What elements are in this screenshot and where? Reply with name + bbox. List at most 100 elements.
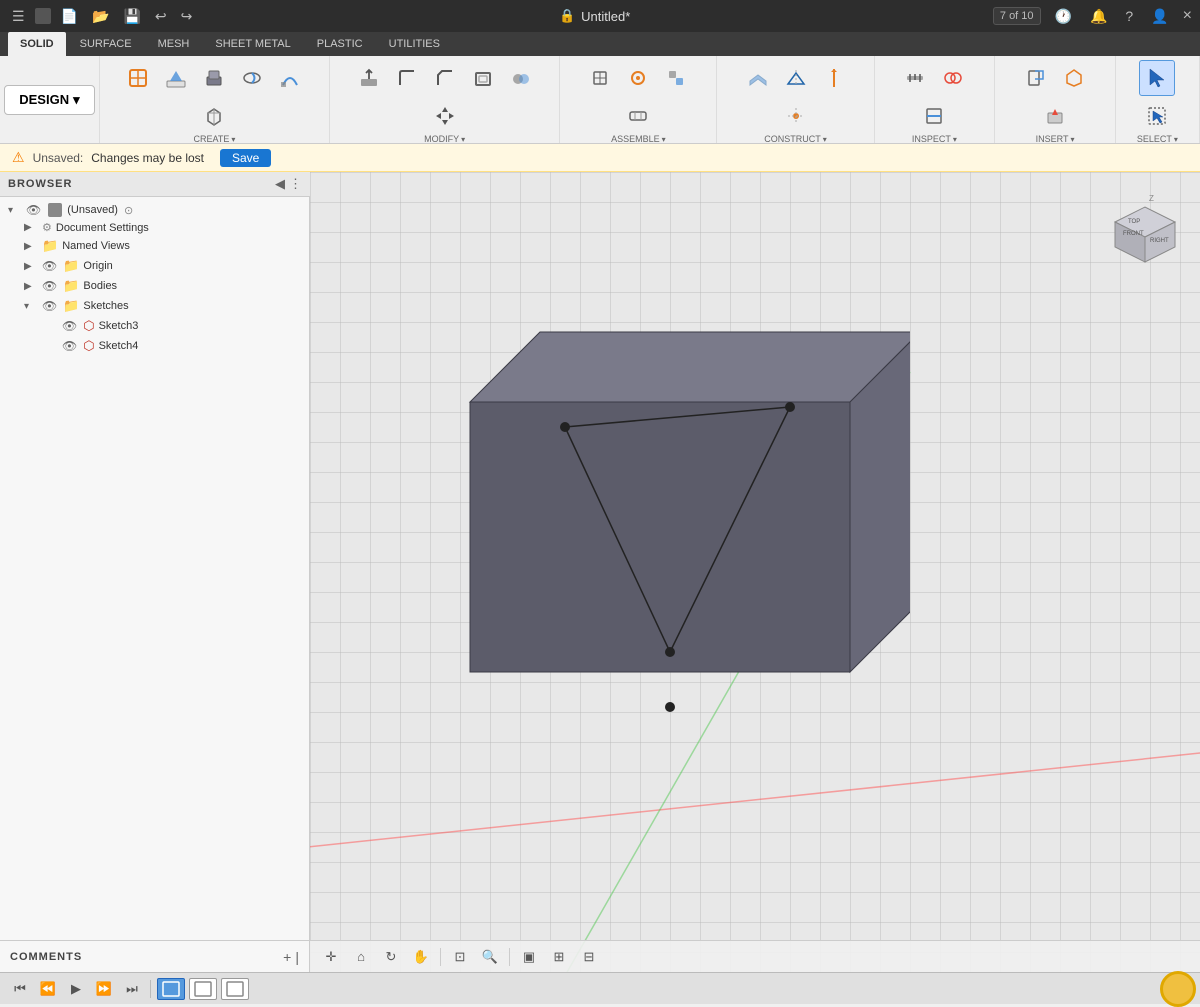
prev-frame-button[interactable]: ⏪ [36, 977, 60, 1001]
titlebar-center: 🔒 Untitled* [559, 8, 630, 24]
nav-cube[interactable]: Z FRONT RIGHT TOP [1095, 187, 1185, 277]
tab-plastic[interactable]: PLASTIC [305, 32, 375, 56]
tree-eye-sketch4[interactable]: 👁 [62, 339, 77, 353]
root-monitor-icon: ⊙ [124, 204, 133, 217]
save-file-button[interactable]: 💾 [119, 6, 144, 27]
move-button[interactable] [427, 98, 463, 134]
box-button[interactable] [196, 98, 232, 134]
zoom-fit-button[interactable]: ⊡ [447, 944, 473, 970]
sketch-button[interactable] [158, 60, 194, 96]
create-sketch-button[interactable] [120, 60, 156, 96]
select-button[interactable] [1139, 60, 1175, 96]
redo-button[interactable]: ↪ [177, 6, 197, 27]
play-button[interactable]: ▶ [64, 977, 88, 1001]
tab-utilities[interactable]: UTILITIES [377, 32, 452, 56]
tree-eye-sketches[interactable]: 👁 [42, 299, 57, 313]
comments-bar: COMMENTS + | [0, 940, 310, 972]
grid-button[interactable]: ⊞ [546, 944, 572, 970]
svg-text:RIGHT: RIGHT [1150, 238, 1169, 244]
open-file-button[interactable]: 📂 [88, 6, 113, 27]
zoom-in-button[interactable]: 🔍 [477, 944, 503, 970]
viewport[interactable]: Z FRONT RIGHT TOP ✛ ⌂ ↻ ✋ ⊡ 🔍 [310, 172, 1200, 972]
measure-button[interactable] [897, 60, 933, 96]
joint-button[interactable] [620, 60, 656, 96]
viewport-preferences-button[interactable]: ⊟ [576, 944, 602, 970]
vp-sep1 [440, 948, 441, 966]
vp-sep2 [509, 948, 510, 966]
user-button[interactable]: 👤 [1147, 6, 1172, 27]
frame3-icon [226, 981, 244, 997]
add-comment-button[interactable]: + [283, 949, 291, 965]
tree-item-origin[interactable]: ▶ 👁 📁 Origin [0, 256, 309, 276]
extrude-button[interactable] [196, 60, 232, 96]
select-tools [1122, 60, 1193, 134]
rigid-group-button[interactable] [620, 98, 656, 134]
tab-solid[interactable]: SOLID [8, 32, 66, 56]
titlebar-right: 7 of 10 🕐 🔔 ? 👤 × [993, 6, 1192, 27]
press-pull-button[interactable] [351, 60, 387, 96]
help-button[interactable]: ? [1121, 6, 1137, 26]
tree-item-named-views[interactable]: ▶ 📁 Named Views [0, 236, 309, 256]
axis-button[interactable] [816, 60, 852, 96]
menu-button[interactable]: ☰ [8, 6, 29, 27]
left-panel: BROWSER ◀ ⋮ ▾ 👁 (Unsaved) ⊙ ▶ ⚙ D [0, 172, 310, 972]
save-button[interactable]: Save [220, 149, 271, 167]
undo-button[interactable]: ↩ [151, 6, 171, 27]
revolve-button[interactable] [234, 60, 270, 96]
orbit-button[interactable]: ↻ [378, 944, 404, 970]
tree-item-bodies[interactable]: ▶ 👁 📁 Bodies [0, 276, 309, 296]
tab-sheet-metal[interactable]: SHEET METAL [203, 32, 302, 56]
timeline-frame-3[interactable] [221, 978, 249, 1000]
tab-surface[interactable]: SURFACE [68, 32, 144, 56]
move-tool-button[interactable]: ✛ [318, 944, 344, 970]
next-frame-button[interactable]: ⏩ [92, 977, 116, 1001]
timeline-frame-2[interactable] [189, 978, 217, 1000]
design-dropdown-button[interactable]: DESIGN ▾ [4, 85, 94, 115]
tree-item-sketches[interactable]: ▾ 👁 📁 Sketches [0, 296, 309, 316]
close-window-button[interactable]: × [1183, 7, 1192, 25]
chamfer-button[interactable] [427, 60, 463, 96]
content-area: BROWSER ◀ ⋮ ▾ 👁 (Unsaved) ⊙ ▶ ⚙ D [0, 172, 1200, 972]
plane-angle-button[interactable] [778, 60, 814, 96]
select-section: SELECT ▾ [1116, 56, 1200, 143]
tree-item-root[interactable]: ▾ 👁 (Unsaved) ⊙ [0, 201, 309, 219]
collapse-comments-button[interactable]: | [295, 949, 299, 965]
window-select-button[interactable] [1139, 98, 1175, 134]
display-settings-button[interactable]: ▣ [516, 944, 542, 970]
tab-mesh[interactable]: MESH [146, 32, 202, 56]
unsaved-bar: ⚠ Unsaved: Changes may be lost Save [0, 144, 1200, 172]
tree-eye-bodies[interactable]: 👁 [42, 279, 57, 293]
tree-arrow-doc-settings: ▶ [24, 222, 38, 233]
tree-eye-origin[interactable]: 👁 [42, 259, 57, 273]
fast-forward-button[interactable]: ⏭ [120, 977, 144, 1001]
tree-eye-sketch3[interactable]: 👁 [62, 319, 77, 333]
insert-mesh-button[interactable] [1056, 60, 1092, 96]
pan-button[interactable]: ✋ [408, 944, 434, 970]
insert-decal-button[interactable] [1037, 98, 1073, 134]
offset-plane-button[interactable] [740, 60, 776, 96]
combine-button[interactable] [503, 60, 539, 96]
fillet-button[interactable] [389, 60, 425, 96]
tree-item-doc-settings[interactable]: ▶ ⚙ Document Settings [0, 219, 309, 236]
browser-options-button[interactable]: ⋮ [289, 176, 302, 192]
sweep-button[interactable] [272, 60, 308, 96]
shell-button[interactable] [465, 60, 501, 96]
browser-collapse-button[interactable]: ◀ [275, 176, 285, 192]
clock-button[interactable]: 🕐 [1051, 6, 1076, 27]
as-built-joint-button[interactable] [658, 60, 694, 96]
section-analysis-button[interactable] [916, 98, 952, 134]
point-button[interactable] [778, 98, 814, 134]
rewind-button[interactable]: ⏮ [8, 977, 32, 1001]
tree-eye-root[interactable]: 👁 [26, 203, 41, 217]
interference-button[interactable] [935, 60, 971, 96]
notification-button[interactable]: 🔔 [1086, 6, 1111, 27]
tree-item-sketch3[interactable]: ▶ 👁 ⬡ Sketch3 [0, 316, 309, 336]
tree-label-named-views: Named Views [62, 240, 130, 252]
tree-item-sketch4[interactable]: ▶ 👁 ⬡ Sketch4 [0, 336, 309, 356]
new-file-button[interactable]: 📄 [57, 6, 82, 27]
inspect-section: INSPECT ▾ [875, 56, 996, 143]
timeline-frame-1[interactable] [157, 978, 185, 1000]
insert-svg-button[interactable] [1018, 60, 1054, 96]
new-component-button[interactable] [582, 60, 618, 96]
home-button[interactable]: ⌂ [348, 944, 374, 970]
